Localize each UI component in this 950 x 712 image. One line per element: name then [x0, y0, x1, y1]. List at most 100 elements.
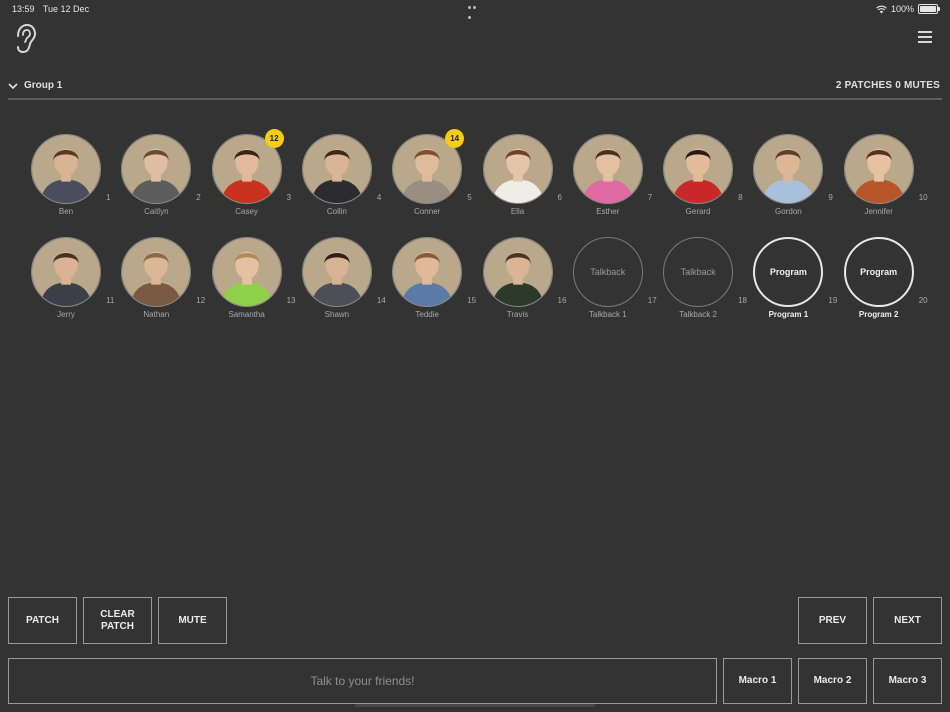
macro-1-button[interactable]: Macro 1 — [723, 658, 792, 704]
member-caitlyn[interactable]: 2 Caitlyn — [111, 134, 201, 230]
avatar — [31, 237, 101, 307]
member-esther[interactable]: 7 Esther — [563, 134, 653, 230]
member-samantha[interactable]: 13 Samantha — [202, 237, 296, 333]
avatar — [572, 134, 643, 204]
member-number: 8 — [738, 193, 743, 202]
program-circle: Program — [843, 237, 914, 307]
avatar — [211, 237, 282, 307]
talk-input[interactable] — [8, 658, 717, 704]
patch-count-badge: 14 — [445, 129, 465, 148]
member-talkback-1[interactable]: Talkback 17 Talkback 1 — [563, 237, 657, 333]
member-shawn[interactable]: 14 Shawn — [292, 237, 386, 333]
macro-3-button[interactable]: Macro 3 — [873, 658, 942, 704]
member-gerard[interactable]: 8 Gerard — [653, 134, 743, 230]
talkback-circle: Talkback — [663, 237, 734, 307]
status-right: 100% — [876, 4, 940, 14]
member-name: Caitlyn — [144, 207, 169, 216]
member-name: Nathan — [143, 310, 170, 319]
member-talkback-2[interactable]: Talkback 18 Talkback 2 — [653, 237, 747, 333]
mute-button[interactable]: MUTE — [158, 597, 227, 644]
member-number: 6 — [557, 193, 562, 202]
avatar — [301, 237, 372, 307]
member-travis[interactable]: 16 Travis — [473, 237, 566, 333]
member-name: Casey — [235, 207, 258, 216]
avatar — [301, 134, 372, 204]
group-summary: 2 PATCHES 0 MUTES — [835, 80, 940, 91]
group-name: Group 1 — [24, 80, 63, 91]
member-jerry[interactable]: 11 Jerry — [21, 237, 114, 333]
member-number: 5 — [467, 193, 472, 202]
member-number: 7 — [647, 193, 653, 202]
home-indicator — [355, 704, 595, 707]
chevron-down-icon — [8, 82, 18, 89]
member-ella[interactable]: 6 Ella — [473, 134, 563, 230]
circle-label: Talkback — [680, 267, 716, 277]
group-header: Group 1 2 PATCHES 0 MUTES — [8, 78, 942, 100]
member-teddie[interactable]: 15 Teddie — [382, 237, 476, 333]
status-date: Tue 12 Dec — [42, 4, 90, 14]
circle-label: Program — [860, 267, 898, 277]
member-name: Travis — [506, 310, 529, 319]
status-left: 13:59 Tue 12 Dec — [12, 4, 95, 14]
member-name: Conner — [414, 207, 441, 216]
member-name: Samantha — [228, 310, 265, 319]
member-name: Talkback 1 — [588, 310, 627, 319]
member-number: 2 — [196, 193, 201, 202]
group-toggle[interactable]: Group 1 — [8, 80, 62, 91]
member-program-1[interactable]: Program 19 Program 1 — [743, 237, 837, 333]
status-time: 13:59 — [12, 4, 35, 14]
patch-count-badge: 12 — [264, 129, 284, 148]
member-name: Jerry — [57, 310, 75, 319]
member-name: Gerard — [685, 207, 711, 216]
avatar — [31, 134, 101, 204]
circle-label: Talkback — [590, 267, 626, 277]
multitasking-dots-icon[interactable] — [468, 6, 482, 19]
member-program-2[interactable]: Program 20 Program 2 — [834, 237, 928, 333]
patch-button[interactable]: PATCH — [8, 597, 77, 644]
member-ben[interactable]: 1 Ben — [21, 134, 111, 230]
member-jennifer[interactable]: 10 Jennifer — [834, 134, 928, 230]
avatar — [843, 134, 914, 204]
hamburger-menu-icon[interactable] — [918, 31, 932, 43]
avatar — [482, 134, 553, 204]
status-bar: 13:59 Tue 12 Dec 100% — [0, 0, 950, 19]
member-gordon[interactable]: 9 Gordon — [743, 134, 833, 230]
wifi-icon — [876, 5, 887, 13]
talkback-circle: Talkback — [572, 237, 643, 307]
avatar — [392, 237, 463, 307]
member-casey[interactable]: 3 Casey 12 — [202, 129, 292, 230]
avatar — [753, 134, 824, 204]
member-name: Jennifer — [864, 207, 893, 216]
member-collin[interactable]: 4 Collin — [292, 134, 382, 230]
member-number: 3 — [286, 193, 292, 202]
member-number: 4 — [376, 193, 382, 202]
member-name: Program 2 — [858, 310, 899, 319]
program-circle: Program — [753, 237, 824, 307]
member-number: 20 — [918, 296, 928, 305]
ear-icon[interactable] — [12, 22, 38, 56]
member-name: Ella — [510, 207, 525, 216]
member-name: Shawn — [324, 310, 350, 319]
macro-2-button[interactable]: Macro 2 — [798, 658, 867, 704]
avatar — [121, 134, 192, 204]
member-name: Esther — [596, 207, 620, 216]
member-name: Program 1 — [768, 310, 809, 319]
circle-label: Program — [769, 267, 807, 277]
member-name: Ben — [58, 207, 74, 216]
member-number: 10 — [918, 193, 928, 202]
avatar — [121, 237, 192, 307]
avatar — [482, 237, 553, 307]
prev-button[interactable]: PREV — [798, 597, 867, 644]
next-button[interactable]: NEXT — [873, 597, 942, 644]
clear-patch-button[interactable]: CLEAR PATCH — [83, 597, 152, 644]
member-conner[interactable]: 5 Conner 14 — [382, 129, 472, 230]
member-name: Teddie — [415, 310, 439, 319]
battery-percent: 100% — [890, 4, 914, 14]
member-name: Gordon — [775, 207, 802, 216]
member-name: Talkback 2 — [679, 310, 717, 319]
member-nathan[interactable]: 12 Nathan — [111, 237, 205, 333]
member-number: 1 — [106, 193, 111, 202]
battery-icon — [918, 4, 940, 14]
member-name: Collin — [326, 207, 347, 216]
avatar — [663, 134, 734, 204]
